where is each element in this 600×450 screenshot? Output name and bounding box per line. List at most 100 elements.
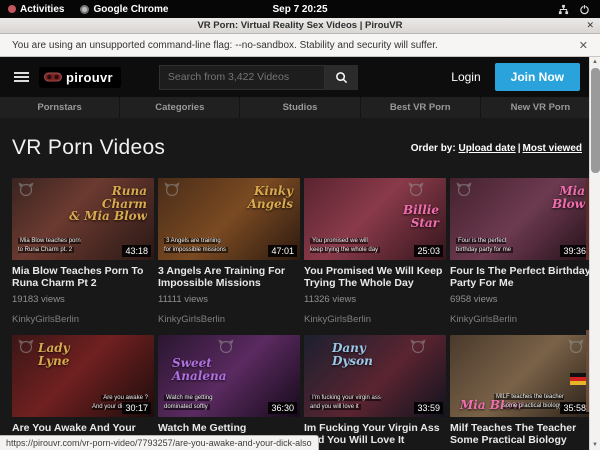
thumbnail-caption: I'm fucking your virgin ass and you will… (310, 394, 381, 412)
order-link-most-viewed[interactable]: Most viewed (523, 143, 582, 154)
chrome-warning-bar: You are using an unsupported command-lin… (0, 34, 600, 57)
video-thumbnail[interactable]: Billie Star You promised we will keep tr… (304, 178, 446, 260)
order-by: Order by: Upload date|Most viewed (411, 143, 588, 154)
video-card[interactable]: Dany Dyson I'm fucking your virgin ass a… (304, 335, 446, 450)
duration-badge: 33:59 (414, 402, 443, 414)
site-header: pirouvr Login Join Now (0, 57, 600, 97)
warning-close-icon[interactable]: ✕ (579, 39, 588, 52)
window-close-icon[interactable]: ✕ (586, 20, 594, 31)
view-count: 19183 views (12, 294, 154, 305)
login-link[interactable]: Login (451, 70, 480, 84)
thumbnail-overlay-title: Sweet Analena (172, 357, 227, 382)
cat-mask-icon (568, 339, 584, 353)
chrome-app-label: Google Chrome (93, 4, 168, 15)
thumbnail-caption: You promised we will keep trying the who… (310, 237, 380, 255)
thumbnail-caption: 3 Angels are training for impossible mis… (164, 237, 228, 255)
cat-mask-icon (18, 182, 34, 196)
thumbnail-overlay-title: Kinky Angels (248, 185, 293, 210)
logo-text: pirouvr (66, 70, 113, 85)
content-area: VR Porn Videos Order by: Upload date|Mos… (0, 118, 600, 450)
nav-item-categories[interactable]: Categories (120, 97, 239, 118)
cat-mask-icon (18, 339, 34, 353)
video-title[interactable]: 3 Angels Are Training For Impossible Mis… (158, 265, 300, 289)
duration-badge: 39:36 (560, 245, 589, 257)
network-icon[interactable] (558, 4, 569, 15)
nav-item-studios[interactable]: Studios (240, 97, 359, 118)
video-card[interactable]: Mia Blow MILF teaches the teacher some p… (450, 335, 592, 450)
studio-link[interactable]: KinkyGirlsBerlin (12, 314, 154, 325)
cat-mask-icon (456, 182, 472, 196)
browser-scrollbar[interactable]: ▲ ▼ (589, 57, 600, 450)
video-card[interactable]: Runa Charm & Mia Blow Mia Blow teaches p… (12, 178, 154, 329)
video-card[interactable]: Mia Blow Four is the perfect birthday pa… (450, 178, 592, 329)
hamburger-menu-icon[interactable] (14, 72, 29, 82)
warning-text: You are using an unsupported command-lin… (12, 40, 438, 51)
thumbnail-caption: Mia Blow teaches porn to Runa Charm pt. … (18, 237, 81, 255)
activities-icon (8, 5, 16, 13)
cat-mask-icon (164, 182, 180, 196)
scrollbar-thumb[interactable] (591, 68, 600, 173)
video-card[interactable]: Billie Star You promised we will keep tr… (304, 178, 446, 329)
video-title[interactable]: Four Is The Perfect Birthday Party For M… (450, 265, 592, 289)
video-card[interactable]: Lady Lyne Are you awake ? And your dick … (12, 335, 154, 450)
thumbnail-caption: Four is the perfect birthday party for m… (456, 237, 513, 255)
video-grid: Runa Charm & Mia Blow Mia Blow teaches p… (12, 178, 588, 450)
join-now-button[interactable]: Join Now (495, 63, 580, 91)
video-card[interactable]: Kinky Angels 3 Angels are training for i… (158, 178, 300, 329)
thumbnail-overlay-title: Billie Star (403, 204, 439, 229)
status-url: https://pirouvr.com/vr-porn-video/779325… (6, 438, 312, 448)
thumbnail-overlay-title: Lady Lyne (38, 342, 70, 367)
main-nav: Pornstars Categories Studios Best VR Por… (0, 97, 600, 118)
studio-link[interactable]: KinkyGirlsBerlin (450, 314, 592, 325)
video-card[interactable]: Sweet Analena Watch me getting dominated… (158, 335, 300, 450)
duration-badge: 30:17 (122, 402, 151, 414)
search-bar (159, 65, 358, 90)
search-button[interactable] (325, 65, 358, 90)
link-status-bar: https://pirouvr.com/vr-porn-video/779325… (0, 435, 319, 450)
scroll-up-icon[interactable]: ▲ (590, 57, 600, 67)
thumbnail-caption: MILF teaches the teacher some practical … (494, 393, 564, 411)
activities-label: Activities (20, 4, 64, 15)
scroll-down-icon[interactable]: ▼ (590, 440, 600, 450)
search-input[interactable] (159, 65, 325, 90)
studio-link[interactable]: KinkyGirlsBerlin (158, 314, 300, 325)
site-logo[interactable]: pirouvr (39, 67, 121, 88)
video-thumbnail[interactable]: Mia Blow MILF teaches the teacher some p… (450, 335, 592, 417)
duration-badge: 25:03 (414, 245, 443, 257)
chrome-icon (80, 5, 89, 14)
cat-mask-icon (410, 339, 426, 353)
order-link-upload-date[interactable]: Upload date (458, 143, 515, 154)
studio-link[interactable]: KinkyGirlsBerlin (304, 314, 446, 325)
video-title[interactable]: You Promised We Will Keep Trying The Who… (304, 265, 446, 289)
order-by-label: Order by: (411, 143, 456, 154)
video-title[interactable]: Im Fucking Your Virgin Ass And You Will … (304, 422, 446, 446)
video-thumbnail[interactable]: Kinky Angels 3 Angels are training for i… (158, 178, 300, 260)
thumbnail-caption: Watch me getting dominated softly (164, 394, 212, 412)
activities-button[interactable]: Activities (0, 0, 72, 18)
video-thumbnail[interactable]: Dany Dyson I'm fucking your virgin ass a… (304, 335, 446, 417)
page-viewport: pirouvr Login Join Now Pornstars Categor… (0, 57, 600, 450)
thumbnail-overlay-title: Mia Blow (552, 185, 585, 210)
video-thumbnail[interactable]: Sweet Analena Watch me getting dominated… (158, 335, 300, 417)
duration-badge: 35:58 (560, 402, 589, 414)
vr-goggles-icon (44, 72, 62, 83)
view-count: 11326 views (304, 294, 446, 305)
nav-item-pornstars[interactable]: Pornstars (0, 97, 119, 118)
nav-item-best-vr-porn[interactable]: Best VR Porn (361, 97, 480, 118)
duration-badge: 43:18 (122, 245, 151, 257)
duration-badge: 36:30 (268, 402, 297, 414)
search-icon (335, 71, 348, 84)
duration-badge: 47:01 (268, 245, 297, 257)
video-title[interactable]: Milf Teaches The Teacher Some Practical … (450, 422, 592, 446)
page-title: VR Porn Videos (12, 136, 165, 160)
view-count: 6958 views (450, 294, 592, 305)
video-thumbnail[interactable]: Mia Blow Four is the perfect birthday pa… (450, 178, 592, 260)
thumbnail-overlay-title: Dany Dyson (332, 342, 373, 367)
chrome-app-menu[interactable]: Google Chrome (72, 0, 176, 18)
nav-item-new-vr-porn[interactable]: New VR Porn (481, 97, 600, 118)
video-title[interactable]: Mia Blow Teaches Porn To Runa Charm Pt 2 (12, 265, 154, 289)
video-thumbnail[interactable]: Runa Charm & Mia Blow Mia Blow teaches p… (12, 178, 154, 260)
power-icon[interactable] (579, 4, 590, 15)
video-thumbnail[interactable]: Lady Lyne Are you awake ? And your dick … (12, 335, 154, 417)
view-count: 11111 views (158, 294, 300, 305)
